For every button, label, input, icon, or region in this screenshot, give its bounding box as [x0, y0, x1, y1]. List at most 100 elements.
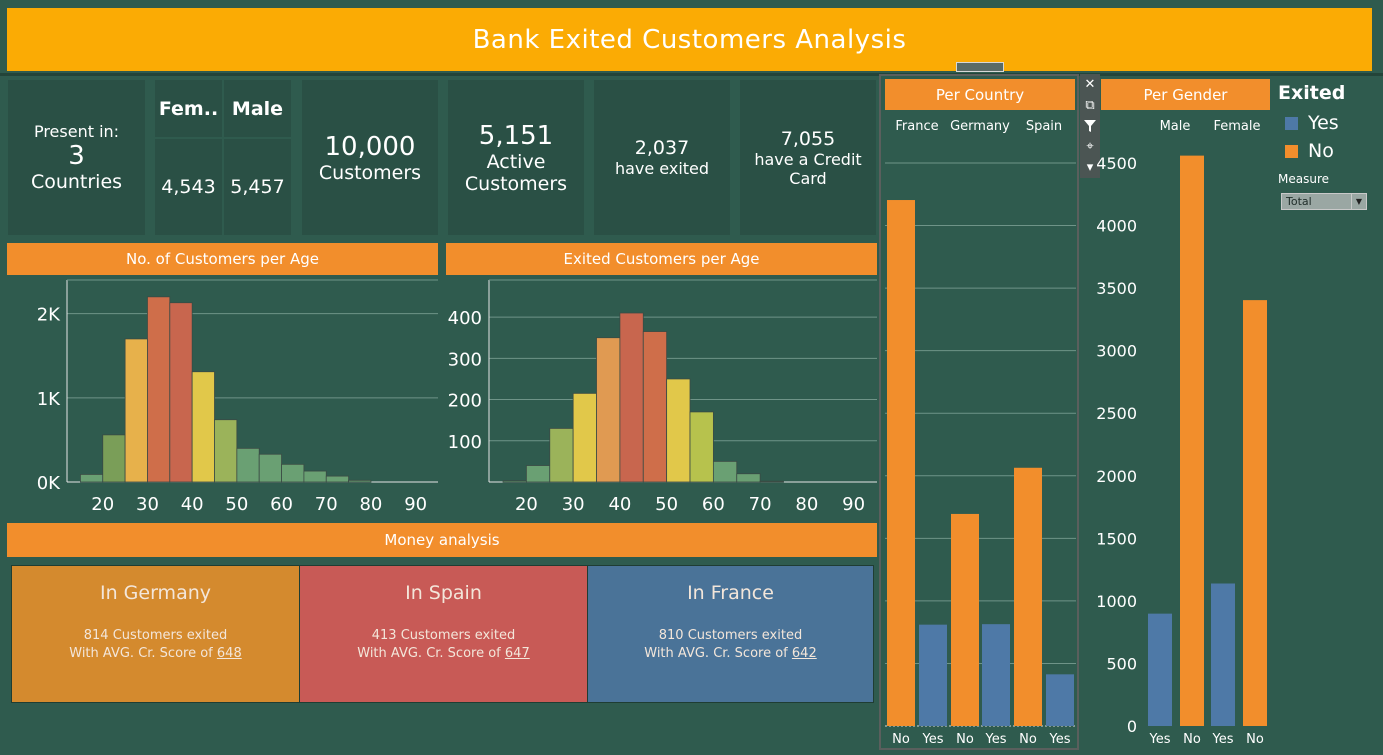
histogram-bar [666, 378, 691, 483]
histogram-bar [736, 473, 761, 483]
gender-male-value: 5,457 [224, 139, 291, 235]
legend-item-yes[interactable]: Yes [1278, 112, 1339, 134]
money-exited-count: 413 [371, 628, 397, 643]
histogram-bar [169, 302, 193, 483]
kpi-active-label-1: Active [486, 150, 546, 173]
histogram-bar [191, 371, 215, 483]
per-gender-title: Per Gender [1101, 79, 1270, 110]
age-chart-title: No. of Customers per Age [7, 243, 438, 275]
y-tick-label: 1K [37, 389, 61, 410]
country-group-label: France [895, 119, 938, 134]
age-histogram: 20 30 40 50 60 70 80 90 0K 1K 2K [37, 279, 438, 515]
histogram-bar [689, 411, 714, 483]
y-tick-label: 2500 [1096, 404, 1137, 423]
legend-swatch-no [1285, 144, 1298, 158]
kpi-customers-label: Customers [318, 161, 422, 184]
x-tick-label: 90 [842, 494, 865, 515]
y-tick-label: 0 [1127, 717, 1137, 736]
money-exited-count: 810 [658, 628, 684, 643]
money-exited-count: 814 [83, 628, 109, 643]
kpi-exited-label: have exited [614, 159, 710, 178]
money-exited-text: Customers exited [112, 628, 228, 643]
histogram-bar [619, 312, 644, 483]
money-score-line: With AVG. Cr. Score of 648 [12, 646, 299, 661]
kpi-credit-label-2: Card [789, 168, 827, 188]
money-score-line: With AVG. Cr. Score of 642 [588, 646, 873, 661]
legend-swatch-yes [1285, 116, 1298, 130]
x-tick-label: No [1019, 732, 1037, 747]
legend-item-no[interactable]: No [1278, 140, 1334, 162]
legend-label-no: No [1308, 140, 1334, 162]
kpi-active-label-2: Customers [464, 172, 568, 195]
x-tick-label: 20 [515, 494, 538, 515]
x-tick-label: 30 [136, 494, 159, 515]
kpi-exited-value: 2,037 [634, 137, 690, 159]
money-score-text: With AVG. Cr. Score of [69, 646, 213, 661]
per-gender-chart[interactable]: Male Female 0 500 1000 1500 2000 2500 3000 3500 40… [1086, 112, 1276, 750]
legend-title: Exited [1278, 82, 1346, 104]
y-tick-label: 300 [448, 349, 482, 370]
histogram-bar [281, 463, 305, 483]
gender-bar [1211, 583, 1235, 726]
gender-bar [1148, 613, 1172, 726]
x-tick-label: 50 [655, 494, 678, 515]
gender-bar [1180, 155, 1204, 727]
x-tick-label: No [1246, 732, 1264, 747]
histogram-bar [80, 474, 104, 483]
money-analysis-title: Money analysis [7, 523, 877, 557]
x-tick-label: 90 [404, 494, 427, 515]
kpi-exited: 2,037 have exited [594, 80, 730, 235]
y-tick-label: 3000 [1096, 342, 1137, 361]
x-tick-label: 40 [181, 494, 204, 515]
drag-handle[interactable] [956, 62, 1004, 72]
x-tick-label: 60 [270, 494, 293, 515]
histogram-bar [147, 296, 171, 483]
measure-selected-value: Total [1286, 195, 1312, 208]
money-score-text: With AVG. Cr. Score of [357, 646, 501, 661]
exited-age-chart-title: Exited Customers per Age [446, 243, 877, 275]
money-score-value: 648 [216, 646, 242, 661]
x-tick-label: No [956, 732, 974, 747]
country-bar [951, 513, 979, 726]
kpi-credit-label-1: have a Credit [754, 149, 862, 169]
per-country-chart[interactable]: France Germany Spain No Yes No Yes No Yes [881, 112, 1077, 750]
money-score-value: 642 [791, 646, 817, 661]
x-tick-label: 80 [359, 494, 382, 515]
histogram-bar [525, 465, 551, 483]
measure-dropdown[interactable]: Total ▼ [1281, 193, 1367, 210]
histogram-bar [712, 460, 738, 483]
y-tick-label: 2000 [1096, 467, 1137, 486]
kpi-credit-value: 7,055 [780, 127, 836, 150]
histogram-bar [642, 331, 668, 483]
money-france: In France 810 Customers exited With AVG.… [587, 565, 874, 703]
histogram-bar [596, 337, 621, 483]
y-tick-label: 200 [448, 391, 482, 412]
gender-female-header: Fem.. [155, 80, 222, 137]
country-bar [919, 624, 947, 726]
money-place: In Germany [99, 582, 211, 604]
kpi-credit-card: 7,055 have a Credit Card [740, 80, 876, 235]
money-spain: In Spain 413 Customers exited With AVG. … [299, 565, 588, 703]
histogram-bar [549, 428, 574, 483]
gender-group-label: Female [1213, 119, 1260, 134]
gender-male-header: Male [224, 80, 291, 137]
x-tick-label: Yes [985, 732, 1007, 747]
close-icon[interactable]: ✕ [1080, 74, 1100, 95]
y-tick-label: 1500 [1096, 529, 1137, 548]
gender-group-label: Male [1160, 119, 1191, 134]
money-exited-text: Customers exited [687, 628, 803, 643]
country-bar [1014, 467, 1042, 726]
money-germany: In Germany 814 Customers exited With AVG… [11, 565, 300, 703]
x-tick-label: 50 [225, 494, 248, 515]
x-tick-label: 20 [91, 494, 114, 515]
chevron-down-icon[interactable]: ▼ [1351, 194, 1366, 209]
x-tick-label: Yes [1212, 732, 1234, 747]
country-group-label: Germany [950, 119, 1010, 134]
histogram-bar [258, 453, 282, 483]
x-tick-label: No [892, 732, 910, 747]
y-tick-label: 4000 [1096, 217, 1137, 236]
x-tick-label: Yes [1049, 732, 1071, 747]
y-tick-label: 2K [37, 305, 61, 326]
x-tick-label: 60 [702, 494, 725, 515]
y-tick-label: 500 [1106, 654, 1137, 673]
